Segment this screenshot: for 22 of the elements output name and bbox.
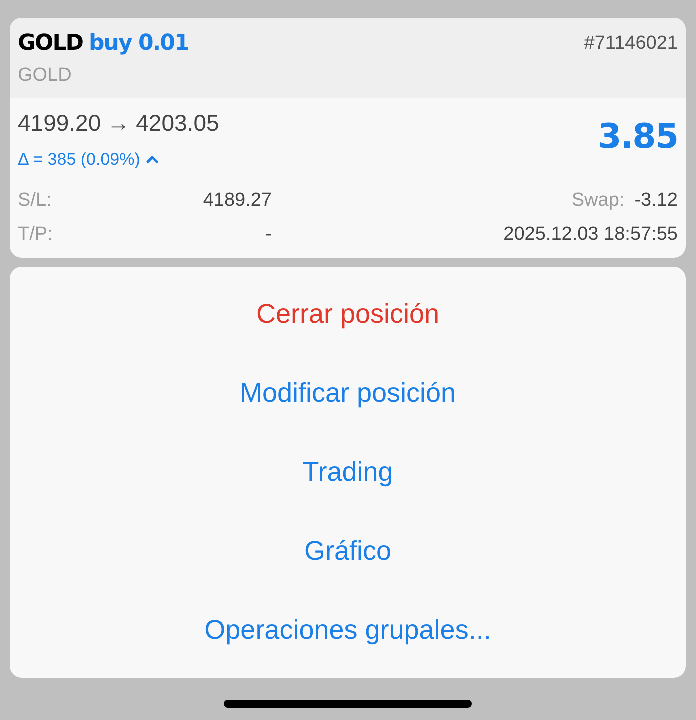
tp-label: T/P: <box>18 223 54 247</box>
swap-value: -3.12 <box>634 189 678 213</box>
open-price: 4199.20 <box>18 109 102 138</box>
sl-value: 4189.27 <box>202 189 272 213</box>
arrow-glyph: → <box>107 109 130 138</box>
open-time: 2025.12.03 18:57:55 <box>502 223 678 247</box>
trade-side: buy 0.01 <box>89 30 189 58</box>
price-delta: Δ = 385 (0.09%) <box>18 148 140 170</box>
menu-action[interactable]: Trading <box>10 433 686 512</box>
ticket-number: #71146021 <box>584 32 678 56</box>
symbol-description: GOLD <box>18 64 73 88</box>
sl-label: S/L: <box>18 189 53 213</box>
symbol-title: GOLD <box>18 30 84 58</box>
current-price: 4203.05 <box>136 109 220 138</box>
menu-action[interactable]: Gráfico <box>10 512 686 591</box>
chevron-up-icon <box>146 154 160 164</box>
tp-value: - <box>264 223 272 247</box>
menu-action[interactable]: Operaciones grupales... <box>10 591 686 670</box>
menu-action[interactable]: Cerrar posición <box>10 275 686 354</box>
swap-label: Swap: <box>572 189 625 213</box>
profit-value: 3.85 <box>598 116 678 159</box>
menu-action[interactable]: Modificar posición <box>10 354 686 433</box>
